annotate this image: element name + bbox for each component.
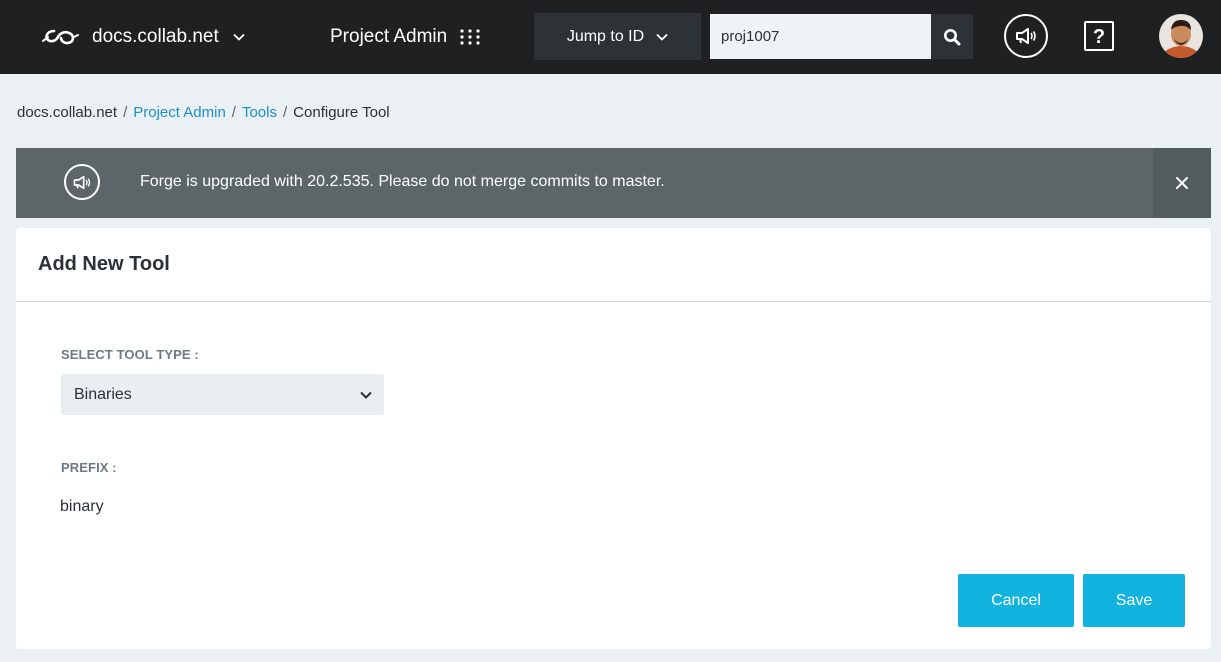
prefix-value: binary [60,498,104,515]
breadcrumb-separator: / [123,103,128,121]
project-admin-menu[interactable]: Project Admin [330,0,481,74]
prefix-label: PREFIX : [61,460,117,475]
banner-message: Forge is upgraded with 20.2.535. Please … [140,173,665,190]
tool-type-selected-value: Binaries [74,385,132,403]
search-button[interactable] [931,14,973,59]
site-name: docs.collab.net [92,26,219,47]
help-glyph: ? [1093,26,1105,48]
search-icon [944,28,961,45]
tool-type-label: SELECT TOOL TYPE : [61,347,199,362]
banner-close-button[interactable] [1153,148,1211,218]
site-switcher[interactable]: docs.collab.net [40,0,245,74]
project-admin-label: Project Admin [330,26,448,47]
jump-to-id-dropdown[interactable]: Jump to ID [534,13,701,60]
breadcrumb-separator: / [283,103,288,121]
breadcrumb: docs.collab.net / Project Admin / Tools … [17,101,390,123]
breadcrumb-link-project-admin[interactable]: Project Admin [133,104,226,121]
announcement-banner: Forge is upgraded with 20.2.535. Please … [16,148,1211,218]
user-avatar[interactable] [1159,14,1203,58]
jump-id-search-input[interactable] [710,14,931,59]
breadcrumb-item-site: docs.collab.net [17,103,118,121]
card-title: Add New Tool [38,253,170,275]
chevron-down-icon [656,33,668,41]
cancel-button[interactable]: Cancel [958,574,1074,627]
user-photo [1159,14,1203,58]
collabnet-logo-icon [42,29,79,45]
breadcrumb-separator: / [231,103,236,121]
jump-to-id-label: Jump to ID [566,27,645,45]
chevron-down-icon [233,33,245,41]
save-button[interactable]: Save [1083,574,1185,627]
card-header: Add New Tool [16,228,1211,302]
megaphone-icon [64,164,100,200]
grid-dots-icon [460,29,480,45]
breadcrumb-current-page: Configure Tool [293,103,390,121]
chevron-down-icon [360,391,372,399]
top-navigation-bar: docs.collab.net Project Admin Jump to ID [0,0,1221,74]
help-icon: ? [1084,21,1114,51]
announcements-button[interactable] [1004,14,1048,58]
megaphone-icon [1016,28,1036,44]
tool-type-select[interactable]: Binaries [61,374,384,415]
close-icon [1176,177,1188,189]
help-button[interactable]: ? [1083,20,1115,52]
add-new-tool-card: Add New Tool SELECT TOOL TYPE : Binaries… [16,228,1211,649]
breadcrumb-link-tools[interactable]: Tools [242,104,277,121]
